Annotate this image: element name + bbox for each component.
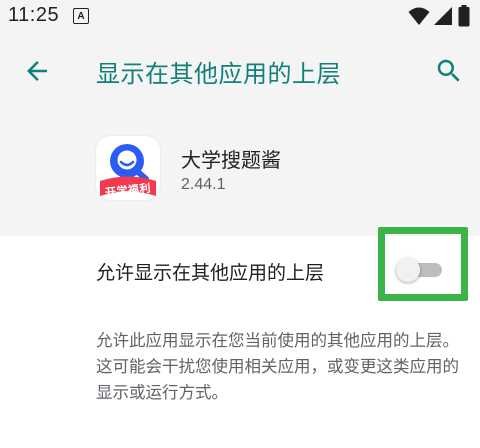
permission-toggle-row[interactable]: 允许显示在其他应用的上层 (0, 227, 480, 306)
display-over-apps-toggle[interactable] (394, 256, 448, 284)
status-bar: 11:25 A (0, 0, 480, 34)
battery-icon (458, 5, 470, 27)
app-icon: 开学福利 (96, 136, 160, 200)
wifi-icon (408, 7, 430, 25)
toggle-thumb (396, 258, 420, 282)
app-name: 大学搜题酱 (181, 148, 281, 172)
permission-description: 允许此应用显示在您当前使用的其他应用的上层。这可能会干扰您使用相关应用，或变更这… (96, 331, 459, 402)
permission-card: 允许显示在其他应用的上层 允许此应用显示在您当前使用的其他应用的上层。这可能会干… (0, 227, 480, 448)
status-time: 11:25 (8, 4, 60, 26)
screen: 11:25 A 显示在其他应用的上层 开学福利 大学搜题酱 2.44.1 允许显… (0, 0, 480, 448)
app-header: 开学福利 大学搜题酱 2.44.1 (0, 130, 480, 210)
notification-letter: A (77, 10, 85, 22)
app-version: 2.44.1 (181, 176, 226, 193)
signal-icon (434, 7, 452, 25)
back-button[interactable] (22, 56, 52, 86)
page-title: 显示在其他应用的上层 (96, 60, 341, 88)
arrow-back-icon (27, 61, 47, 81)
search-icon (437, 59, 460, 82)
app-bar: 显示在其他应用的上层 (0, 34, 480, 108)
search-button[interactable] (434, 56, 464, 86)
permission-label: 允许显示在其他应用的上层 (96, 262, 325, 284)
a-square-icon: A (73, 8, 89, 24)
